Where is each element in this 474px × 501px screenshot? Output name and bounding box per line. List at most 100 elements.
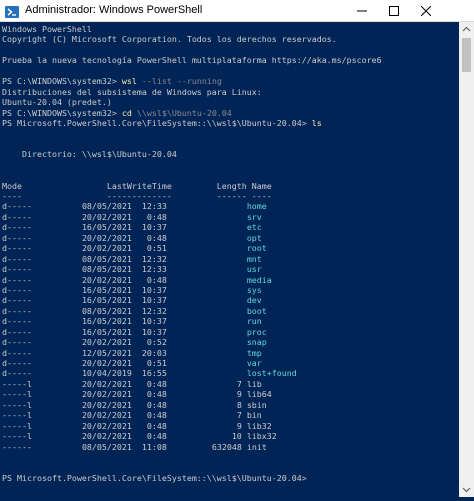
time-cell: 10:37 (136, 326, 167, 337)
listing-row: d----- 20/02/2021 0:48 opt (2, 233, 458, 243)
maximize-button[interactable] (378, 0, 410, 22)
scroll-thumb[interactable] (462, 38, 471, 72)
time-cell: 0:51 (141, 358, 167, 368)
title-bar[interactable]: Administrador: Windows PowerShell (0, 0, 474, 22)
mode-cell: d----- (2, 295, 32, 306)
length-cell: 632048 (211, 441, 242, 452)
mode-cell: d----- (2, 264, 32, 275)
header-line: Windows PowerShell (2, 24, 92, 34)
date-cell: 16/05/2021 (81, 316, 132, 327)
name-cell: libx32 (246, 431, 277, 442)
date-cell: 10/04/2019 (81, 368, 132, 379)
prompt-text: PS C:\WINDOWS\system32> (2, 107, 122, 118)
listing-row: d----- 20/02/2021 0:52 snap (2, 337, 458, 347)
time-cell: 16:55 (136, 368, 167, 379)
scroll-down-button[interactable] (459, 482, 474, 497)
powershell-icon (5, 4, 19, 18)
date-cell: 16/05/2021 (81, 222, 132, 233)
name-cell: opt (246, 232, 262, 243)
mode-cell: -----l (2, 420, 32, 431)
chevron-down-icon (462, 487, 471, 493)
name-cell: mnt (246, 253, 262, 264)
final-prompt: PS Microsoft.PowerShell.Core\FileSystem:… (2, 472, 312, 483)
mode-cell: -----l (2, 399, 32, 410)
scroll-up-button[interactable] (459, 22, 474, 37)
command-args: \\wsl$\Ubuntu-20.04 (131, 107, 232, 118)
date-cell: 20/02/2021 (81, 389, 132, 400)
name-cell: lib (246, 378, 262, 389)
maximize-icon (389, 6, 399, 16)
date-cell: 20/02/2021 (81, 232, 132, 243)
command-line: PS Microsoft.PowerShell.Core\FileSystem:… (2, 118, 458, 128)
vertical-scrollbar[interactable] (459, 22, 474, 497)
time-cell: 0:48 (141, 389, 167, 400)
date-cell: 20/02/2021 (81, 399, 132, 410)
name-cell: proc (246, 326, 267, 337)
mode-cell: d----- (2, 347, 32, 358)
date-cell: 08/05/2021 (81, 253, 132, 264)
date-cell: 16/05/2021 (81, 326, 132, 337)
listing-row: d----- 08/05/2021 12:32 mnt (2, 254, 458, 264)
prompt-text: PS Microsoft.PowerShell.Core\FileSystem:… (2, 117, 312, 128)
date-cell: 16/05/2021 (81, 295, 132, 306)
name-cell: tmp (246, 347, 262, 358)
listing-row: -----l 20/02/2021 0:48 10 libx32 (2, 431, 458, 441)
time-cell: 0:48 (141, 420, 167, 431)
time-cell: 10:37 (136, 316, 167, 327)
listing-row: -----l 20/02/2021 0:48 8 sbin (2, 400, 458, 410)
command-line: PS C:\WINDOWS\system32> wsl --list --run… (2, 76, 458, 86)
date-cell: 20/02/2021 (81, 431, 132, 442)
listing-row: d----- 16/05/2021 10:37 proc (2, 327, 458, 337)
mode-cell: d----- (2, 243, 32, 254)
mode-cell: d----- (2, 368, 32, 379)
length-cell: 10 (231, 431, 242, 442)
name-cell: srv (246, 211, 262, 222)
command-args: --list --running (136, 76, 222, 87)
close-button[interactable] (410, 0, 442, 22)
time-cell: 0:52 (141, 337, 167, 348)
time-cell: 12:33 (136, 264, 167, 275)
name-cell: init (246, 441, 267, 452)
listing-row: -----l 20/02/2021 0:48 9 lib32 (2, 421, 458, 431)
mode-cell: d----- (2, 284, 32, 295)
listing-row: d----- 10/04/2019 16:55 lost+found (2, 368, 458, 378)
mode-cell: d----- (2, 358, 32, 368)
minimize-button[interactable] (346, 0, 378, 22)
console-output[interactable]: Windows PowerShell Copyright (C) Microsof… (2, 24, 458, 494)
listing-row: d----- 08/05/2021 12:33 home (2, 201, 458, 211)
mode-cell: -----l (2, 389, 32, 400)
time-cell: 10:37 (136, 295, 167, 306)
listing-row: d----- 08/05/2021 12:32 boot (2, 306, 458, 316)
name-cell: root (246, 243, 267, 254)
